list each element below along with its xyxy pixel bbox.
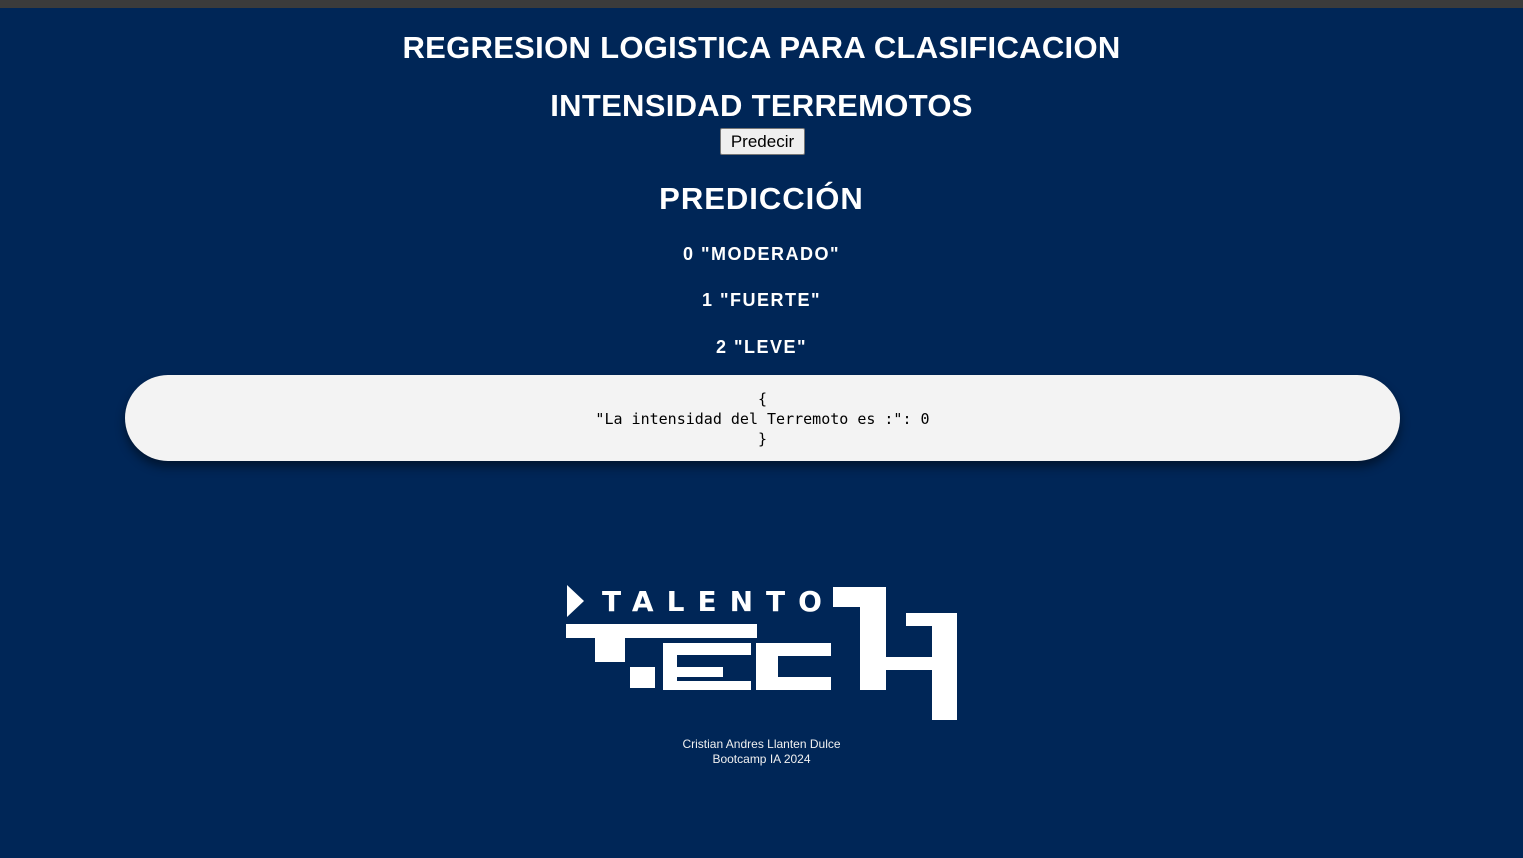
- class-label-leve: 2 "LEVE": [715, 337, 808, 357]
- logo-play-icon: [567, 585, 584, 617]
- class-label-moderado: 0 "MODERADO": [682, 244, 841, 264]
- prediction-result-box: { "La intensidad del Terremoto es :": 0 …: [125, 375, 1400, 461]
- predict-button[interactable]: Predecir: [720, 128, 805, 155]
- page-title: REGRESION LOGISTICA PARA CLASIFICACION: [402, 30, 1121, 65]
- logo-talento-text: TALENTO: [602, 585, 835, 618]
- result-open-brace: {: [757, 390, 768, 408]
- browser-top-bar: [0, 0, 1523, 8]
- footer-author: Cristian Andres Llanten Dulce: [682, 737, 841, 751]
- page-subtitle: INTENSIDAD TERREMOTOS: [550, 88, 973, 123]
- talento-tech-logo: TALENTO: [566, 585, 957, 720]
- result-close-brace: }: [757, 430, 768, 448]
- footer-event: Bootcamp IA 2024: [712, 752, 811, 766]
- class-label-fuerte: 1 "FUERTE": [701, 290, 822, 310]
- result-text: "La intensidad del Terremoto es :": 0: [595, 410, 930, 428]
- prediction-heading: PREDICCIÓN: [659, 181, 864, 216]
